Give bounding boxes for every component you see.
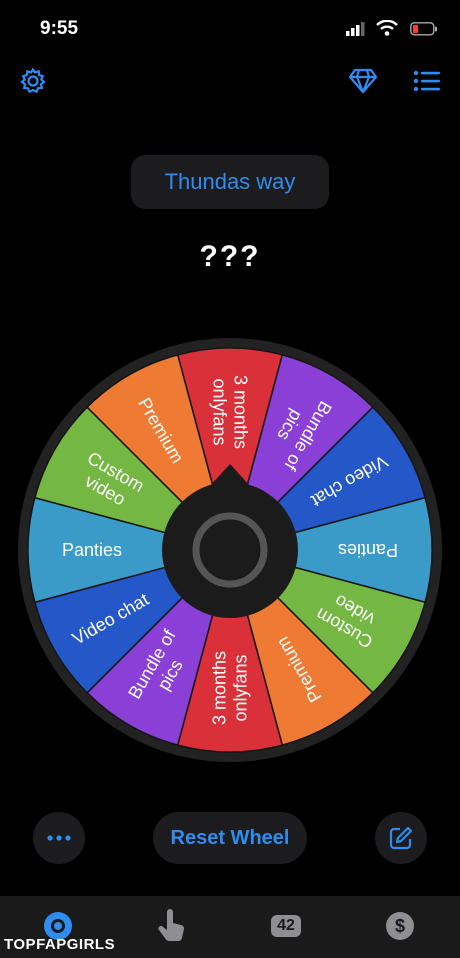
counter-badge: 42 [271,915,301,937]
more-icon [47,835,71,841]
diamond-icon [348,68,378,94]
gear-icon [20,67,46,94]
result-text: ??? [199,240,261,273]
status-bar: 9:55 [0,0,460,60]
wheel-segment-label: 3 monthsonlyfans [210,375,251,449]
svg-text:3 monthsonlyfans: 3 monthsonlyfans [210,651,251,725]
spin-wheel[interactable]: 3 monthsonlyfans Bundle ofpicsVideo chatP… [14,334,446,766]
wheel-segment-label: 3 monthsonlyfans [210,651,251,725]
tab-tap[interactable] [152,908,192,944]
wheel-name-button[interactable]: Thundas way [131,155,329,209]
battery-icon [410,22,437,36]
wheel-name-label: Thundas way [164,169,296,194]
hand-pointer-icon [158,909,185,942]
settings-button[interactable] [16,64,50,98]
edit-button[interactable] [375,812,427,864]
list-icon [413,70,440,92]
svg-text:3 monthsonlyfans: 3 monthsonlyfans [210,375,251,449]
dollar-icon: $ [386,912,414,940]
list-button[interactable] [410,64,444,98]
more-button[interactable] [33,812,85,864]
svg-text:Panties: Panties [62,540,122,560]
premium-button[interactable] [346,64,380,98]
edit-icon [389,826,413,850]
wheel-segment-label: Panties [338,540,398,560]
reset-wheel-button[interactable]: Reset Wheel [153,812,307,864]
wheel-segment-label: Panties [62,540,122,560]
svg-text:Panties: Panties [338,540,398,560]
tab-counter[interactable]: 42 [266,908,306,944]
tab-money[interactable]: $ [380,908,420,944]
status-time: 9:55 [40,18,79,39]
reset-wheel-label: Reset Wheel [170,826,290,849]
wifi-icon [376,20,398,36]
signal-icon [346,22,365,36]
wheel-hub [162,482,298,618]
watermark: TOPFAPGIRLS [4,936,116,953]
